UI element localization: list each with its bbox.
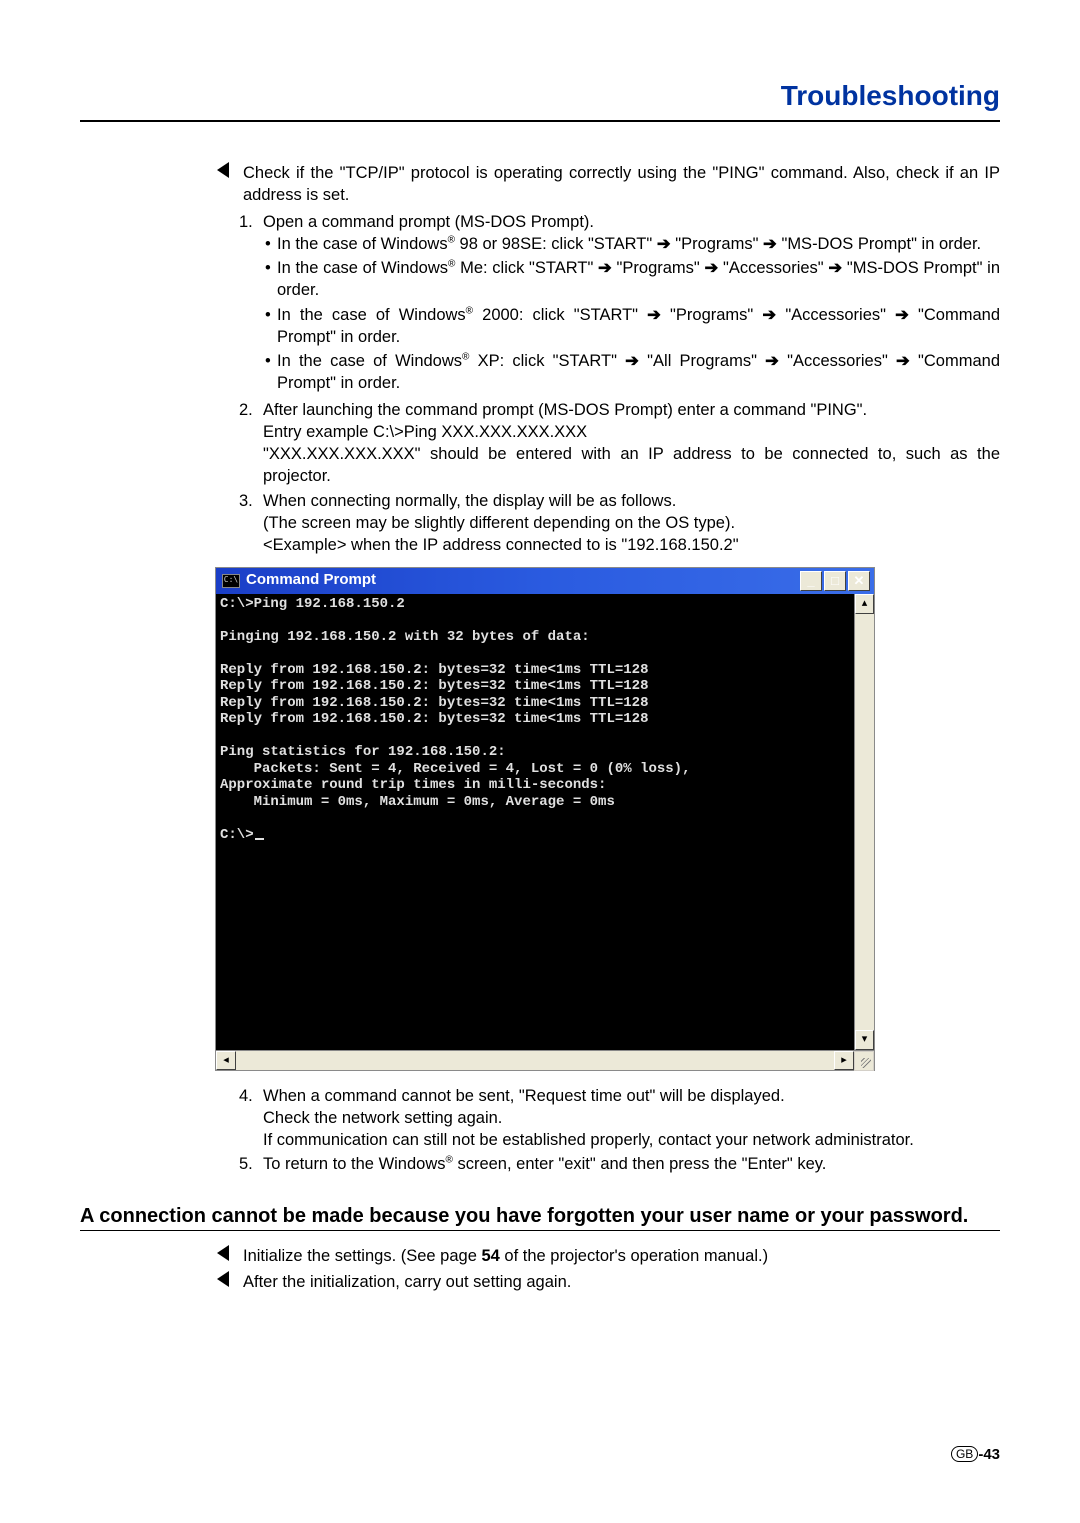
- section-heading: A connection cannot be made because you …: [80, 1204, 1000, 1228]
- after-init-bullet: After the initialization, carry out sett…: [215, 1271, 1000, 1293]
- section-rule: [80, 1230, 1000, 1231]
- maximize-button[interactable]: □: [824, 571, 846, 591]
- main-bullet-ping: Check if the "TCP/IP" protocol is operat…: [215, 162, 1000, 207]
- scroll-track[interactable]: [855, 614, 874, 1030]
- titlebar-text: Command Prompt: [246, 570, 800, 590]
- scroll-down-button[interactable]: ▾: [855, 1030, 874, 1050]
- close-button[interactable]: ✕: [848, 571, 870, 591]
- scroll-up-button[interactable]: ▴: [855, 594, 874, 614]
- step-5: 5. To return to the Windows® screen, ent…: [239, 1153, 1000, 1175]
- step-1: 1. Open a command prompt (MS-DOS Prompt)…: [239, 211, 1000, 397]
- step-4: 4. When a command cannot be sent, "Reque…: [239, 1085, 1000, 1152]
- left-arrow-icon: [215, 1271, 233, 1293]
- step1-bullet-me: •In the case of Windows® Me: click "STAR…: [265, 257, 1000, 302]
- horizontal-scrollbar[interactable]: ◂ ▸: [216, 1050, 874, 1070]
- step1-bullet-98: •In the case of Windows® 98 or 98SE: cli…: [265, 233, 1000, 255]
- terminal-output[interactable]: C:\>Ping 192.168.150.2 Pinging 192.168.1…: [216, 594, 854, 1050]
- title-rule: [80, 120, 1000, 122]
- resize-grip-icon[interactable]: [854, 1051, 874, 1071]
- gb-badge: GB: [951, 1446, 978, 1462]
- scroll-right-button[interactable]: ▸: [834, 1051, 854, 1070]
- init-bullet: Initialize the settings. (See page 54 of…: [215, 1245, 1000, 1267]
- cursor-icon: [255, 838, 264, 840]
- left-arrow-icon: [215, 1245, 233, 1267]
- vertical-scrollbar[interactable]: ▴ ▾: [854, 594, 874, 1050]
- intro-text: Check if the "TCP/IP" protocol is operat…: [243, 162, 1000, 207]
- scroll-left-button[interactable]: ◂: [216, 1051, 236, 1070]
- step-3: 3. When connecting normally, the display…: [239, 490, 1000, 557]
- page-title: Troubleshooting: [80, 80, 1000, 112]
- scroll-track[interactable]: [236, 1051, 834, 1070]
- command-prompt-window: C:\ Command Prompt _ □ ✕ C:\>Ping 192.16…: [215, 567, 875, 1071]
- body-content: Check if the "TCP/IP" protocol is operat…: [215, 162, 1000, 1176]
- step-2: 2. After launching the command prompt (M…: [239, 399, 1000, 488]
- cmd-icon: C:\: [222, 574, 240, 588]
- titlebar[interactable]: C:\ Command Prompt _ □ ✕: [216, 568, 874, 594]
- minimize-button[interactable]: _: [800, 571, 822, 591]
- step1-bullet-2000: •In the case of Windows® 2000: click "ST…: [265, 304, 1000, 349]
- page-footer: GB-43: [951, 1446, 1000, 1463]
- left-arrow-icon: [215, 162, 233, 207]
- step1-bullet-xp: •In the case of Windows® XP: click "STAR…: [265, 350, 1000, 395]
